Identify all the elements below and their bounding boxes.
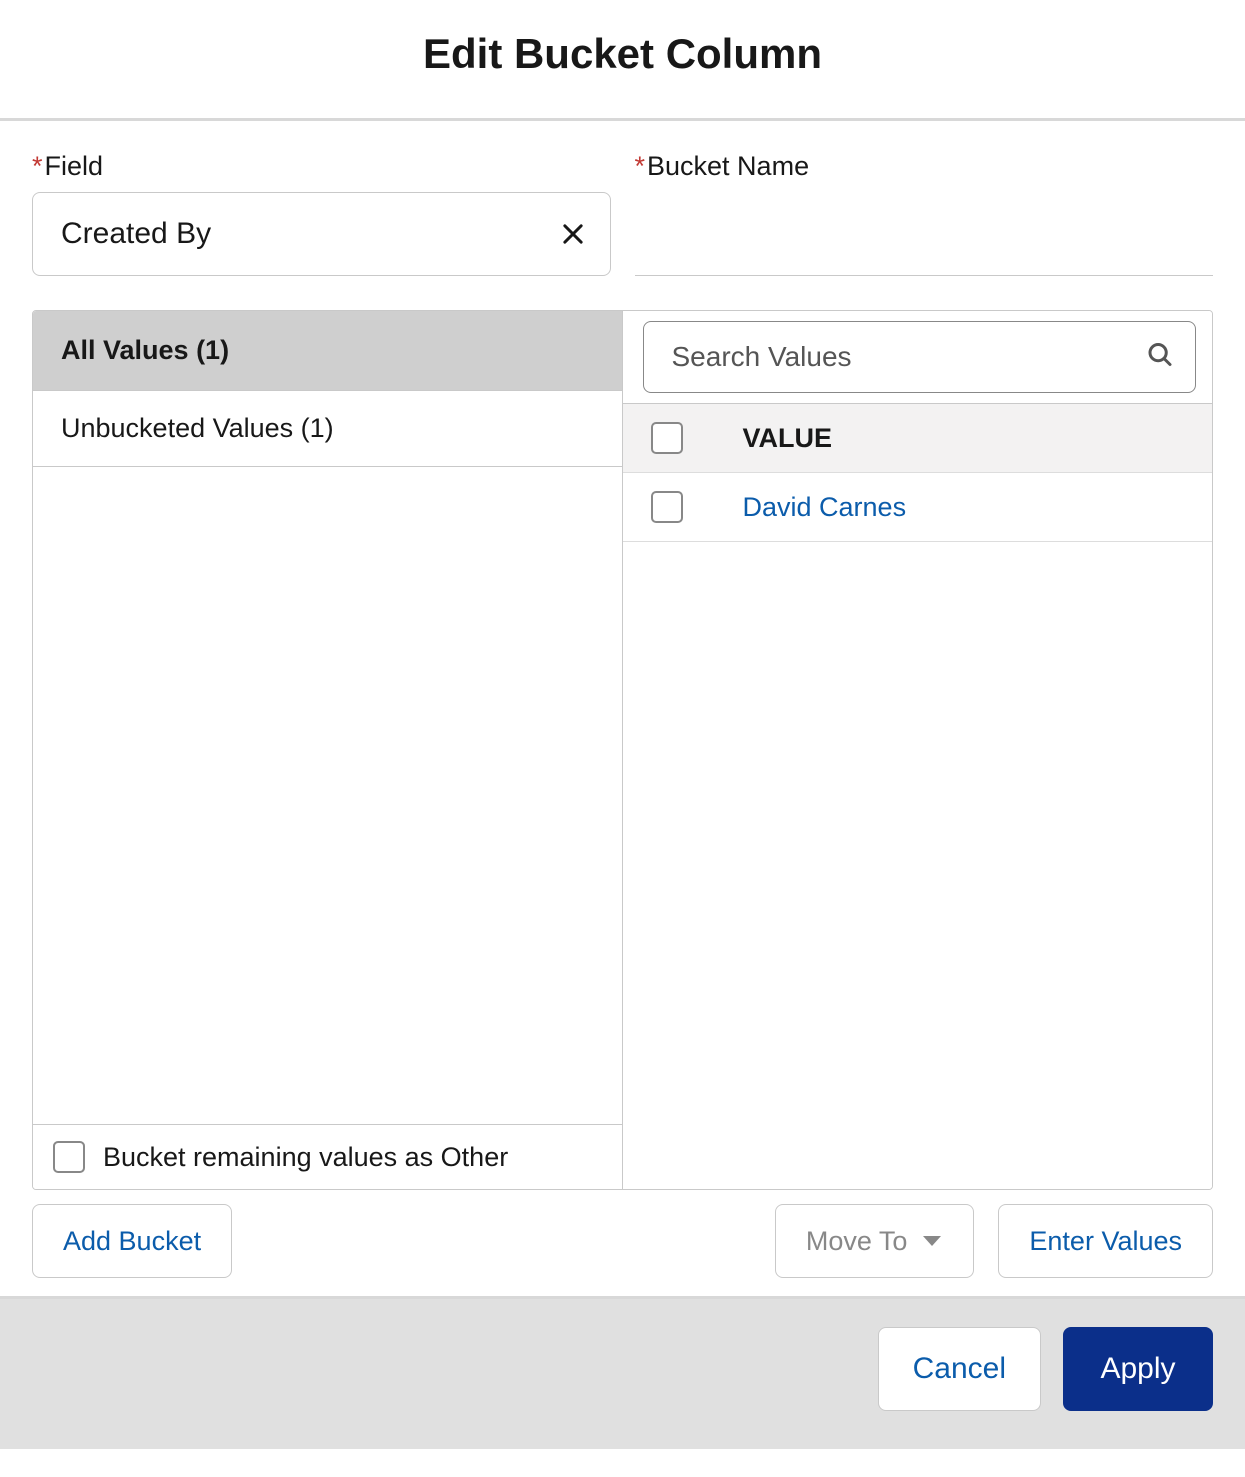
bucket-name-label-text: Bucket Name: [647, 151, 809, 181]
required-asterisk-icon: *: [635, 151, 646, 181]
left-actions: Add Bucket: [32, 1204, 611, 1278]
bucket-name-input[interactable]: [635, 192, 1214, 276]
select-all-checkbox[interactable]: [651, 422, 683, 454]
required-asterisk-icon: *: [32, 151, 43, 181]
left-panel: All Values (1) Unbucketed Values (1) Buc…: [33, 311, 623, 1189]
value-link[interactable]: David Carnes: [743, 492, 907, 523]
right-panel: VALUE David Carnes: [623, 311, 1213, 1189]
search-icon[interactable]: [1145, 340, 1175, 375]
field-input[interactable]: [32, 192, 611, 276]
value-table-header: VALUE: [623, 404, 1213, 473]
field-group-bucket-name: *Bucket Name: [635, 151, 1214, 276]
field-label: *Field: [32, 151, 611, 182]
field-group-field: *Field: [32, 151, 611, 276]
value-column-header: VALUE: [743, 423, 833, 454]
apply-button[interactable]: Apply: [1063, 1327, 1213, 1411]
chevron-down-icon: [921, 1234, 943, 1248]
panels: All Values (1) Unbucketed Values (1) Buc…: [32, 310, 1213, 1190]
unbucketed-values-row[interactable]: Unbucketed Values (1): [33, 391, 622, 467]
cancel-button[interactable]: Cancel: [878, 1327, 1041, 1411]
actions-row: Add Bucket Move To Enter Values: [32, 1190, 1213, 1278]
bucket-other-row: Bucket remaining values as Other: [33, 1124, 622, 1189]
modal-title: Edit Bucket Column: [0, 30, 1245, 78]
field-input-wrap: [32, 192, 611, 276]
add-bucket-button[interactable]: Add Bucket: [32, 1204, 232, 1278]
left-spacer: [33, 467, 622, 1124]
modal-header: Edit Bucket Column: [0, 0, 1245, 121]
move-to-button[interactable]: Move To: [775, 1204, 975, 1278]
search-input[interactable]: [644, 322, 1196, 392]
clear-field-icon[interactable]: [555, 216, 591, 252]
move-to-label: Move To: [806, 1226, 908, 1257]
bucket-other-label: Bucket remaining values as Other: [103, 1142, 508, 1173]
all-values-row[interactable]: All Values (1): [33, 311, 622, 391]
field-label-text: Field: [45, 151, 104, 181]
modal-body: *Field *Bucket Name All Values (1) Unbuc…: [0, 121, 1245, 1296]
field-row: *Field *Bucket Name: [32, 151, 1213, 276]
enter-values-button[interactable]: Enter Values: [998, 1204, 1213, 1278]
search-inner: [643, 321, 1197, 393]
search-wrap: [623, 311, 1213, 404]
right-actions: Move To Enter Values: [635, 1204, 1214, 1278]
bucket-other-checkbox[interactable]: [53, 1141, 85, 1173]
modal-footer: Cancel Apply: [0, 1296, 1245, 1449]
value-checkbox[interactable]: [651, 491, 683, 523]
bucket-name-label: *Bucket Name: [635, 151, 1214, 182]
value-row: David Carnes: [623, 473, 1213, 542]
